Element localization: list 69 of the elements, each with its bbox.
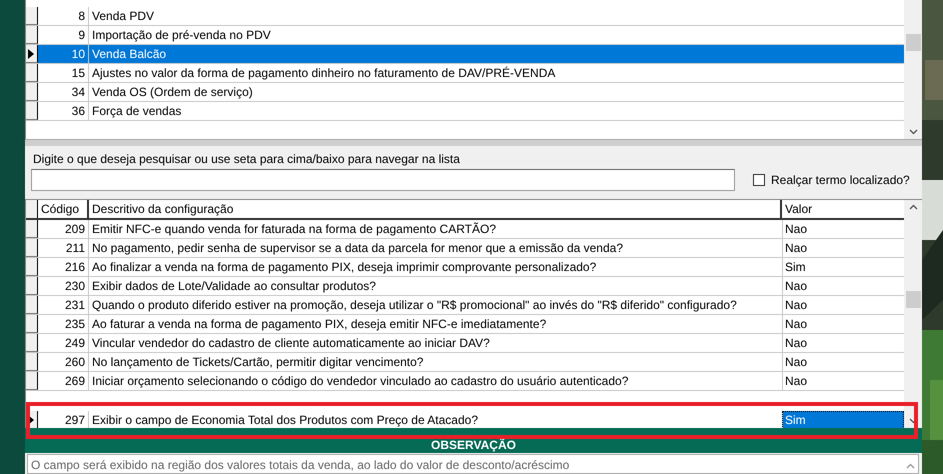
- search-label: Digite o que deseja pesquisar ou use seta para cima/baixo para navegar na lista: [32, 152, 461, 166]
- description-cell-text: Ao finalizar a venda na forma de pagamento PIX, deseja imprimir comprovante personalizado?: [91, 259, 598, 276]
- description-cell-text: Força de vendas: [91, 103, 182, 120]
- row-indicator[interactable]: [26, 45, 38, 63]
- code-cell: 230: [38, 277, 89, 296]
- description-cell-text: Emitir NFC-e quando venda for faturada na forma de pagamento CARTÃO?: [91, 221, 497, 238]
- grid-row[interactable]: 34 Venda OS (Ordem de serviço): [26, 83, 904, 102]
- code-cell: 15: [38, 64, 89, 82]
- grid-row[interactable]: 10 Venda Balcão: [26, 45, 904, 64]
- description-cell-text: Ao faturar a venda na forma de pagamento PIX, deseja emitir NFC-e imediatamente?: [91, 316, 548, 334]
- scroll-down-icon[interactable]: [908, 129, 918, 136]
- code-cell: 8: [38, 7, 89, 25]
- row-indicator[interactable]: [26, 102, 38, 120]
- grid-row[interactable]: 36 Força de vendas: [26, 102, 904, 121]
- description-cell-text: No pagamento, pedir senha de supervisor se a data da parcela for menor que a emissão da venda?: [91, 240, 624, 258]
- row-indicator[interactable]: [26, 7, 38, 25]
- code-cell: 260: [38, 353, 89, 372]
- description-cell-text: Venda Balcão: [91, 46, 168, 63]
- code-cell: 10: [38, 45, 89, 63]
- scrollbar[interactable]: [904, 0, 922, 140]
- column-header: Código: [38, 200, 89, 218]
- code-cell: 211: [38, 239, 89, 258]
- row-pointer-icon: [28, 414, 34, 425]
- row-indicator[interactable]: [26, 277, 38, 296]
- row-indicator[interactable]: [26, 258, 38, 276]
- row-indicator[interactable]: [26, 83, 38, 101]
- row-indicator[interactable]: [26, 296, 38, 314]
- grid-row[interactable]: 8 Venda PDV: [26, 7, 904, 26]
- row-indicator[interactable]: [26, 334, 38, 352]
- code-cell: 231: [38, 296, 89, 314]
- description-cell-text: Exibir dados de Lote/Validade ao consultar produtos?: [91, 278, 377, 296]
- row-indicator[interactable]: [26, 315, 38, 334]
- search-field[interactable]: [31, 169, 735, 192]
- row-indicator[interactable]: [26, 353, 38, 372]
- row-pointer-icon: [28, 48, 34, 58]
- row-indicator[interactable]: [26, 239, 38, 258]
- row-indicator[interactable]: [26, 372, 38, 390]
- row-indicator[interactable]: [26, 26, 38, 44]
- description-cell-text: Vincular vendedor do cadastro de cliente automaticamente ao iniciar DAV?: [91, 335, 491, 352]
- observation-field[interactable]: O campo será exibido na região dos valores totais da venda, ao lado do valor de desconto/acréscimo: [27, 454, 919, 474]
- column-header: Valor: [784, 201, 814, 218]
- grid-row[interactable]: 15 Ajustes no valor da forma de pagamento dinheiro no faturamento de DAV/PRÉ-VENDA: [26, 64, 904, 83]
- scroll-up-icon[interactable]: [908, 204, 918, 210]
- description-cell-text: Exibir o campo de Economia Total dos Produtos com Preço de Atacado?: [91, 412, 479, 428]
- column-header: Descritivo da configuração: [89, 200, 782, 218]
- description-cell-text: No lançamento de Tickets/Cartão, permitir digitar vencimento?: [91, 354, 424, 372]
- scrollbar[interactable]: [904, 200, 922, 428]
- code-cell: 249: [38, 334, 89, 352]
- scroll-thumb[interactable]: [906, 34, 920, 51]
- description-cell-text: Quando o produto diferido estiver na promoção, deseja utilizar o "R$ promocional" ao invés do "R$ diferido" configurado?: [91, 297, 738, 314]
- code-cell: 209: [38, 220, 89, 238]
- scroll-up-icon[interactable]: [906, 463, 915, 469]
- code-cell: 216: [38, 258, 89, 276]
- highlight-checkbox[interactable]: Realçar termo localizado?: [753, 171, 910, 190]
- code-cell: 9: [38, 26, 89, 44]
- row-indicator[interactable]: [26, 64, 38, 82]
- code-cell: 36: [38, 102, 89, 120]
- code-cell: 269: [38, 372, 89, 390]
- row-indicator[interactable]: [26, 200, 38, 218]
- description-cell-text: Venda PDV: [91, 8, 156, 25]
- description-cell-text: Venda OS (Ordem de serviço): [91, 84, 254, 101]
- description-cell-text: Iniciar orçamento selecionando o código do vendedor vinculado ao cadastro do usuário autenticado?: [91, 373, 630, 390]
- row-indicator[interactable]: [26, 220, 38, 238]
- code-cell: 34: [38, 83, 89, 101]
- scroll-thumb[interactable]: [906, 291, 920, 308]
- description-cell-text: Ajustes no valor da forma de pagamento dinheiro no faturamento de DAV/PRÉ-VENDA: [91, 65, 556, 82]
- value-cell[interactable]: Sim: [782, 411, 904, 428]
- code-cell: 235: [38, 315, 89, 334]
- description-cell-text: Importação de pré-venda no PDV: [91, 27, 272, 44]
